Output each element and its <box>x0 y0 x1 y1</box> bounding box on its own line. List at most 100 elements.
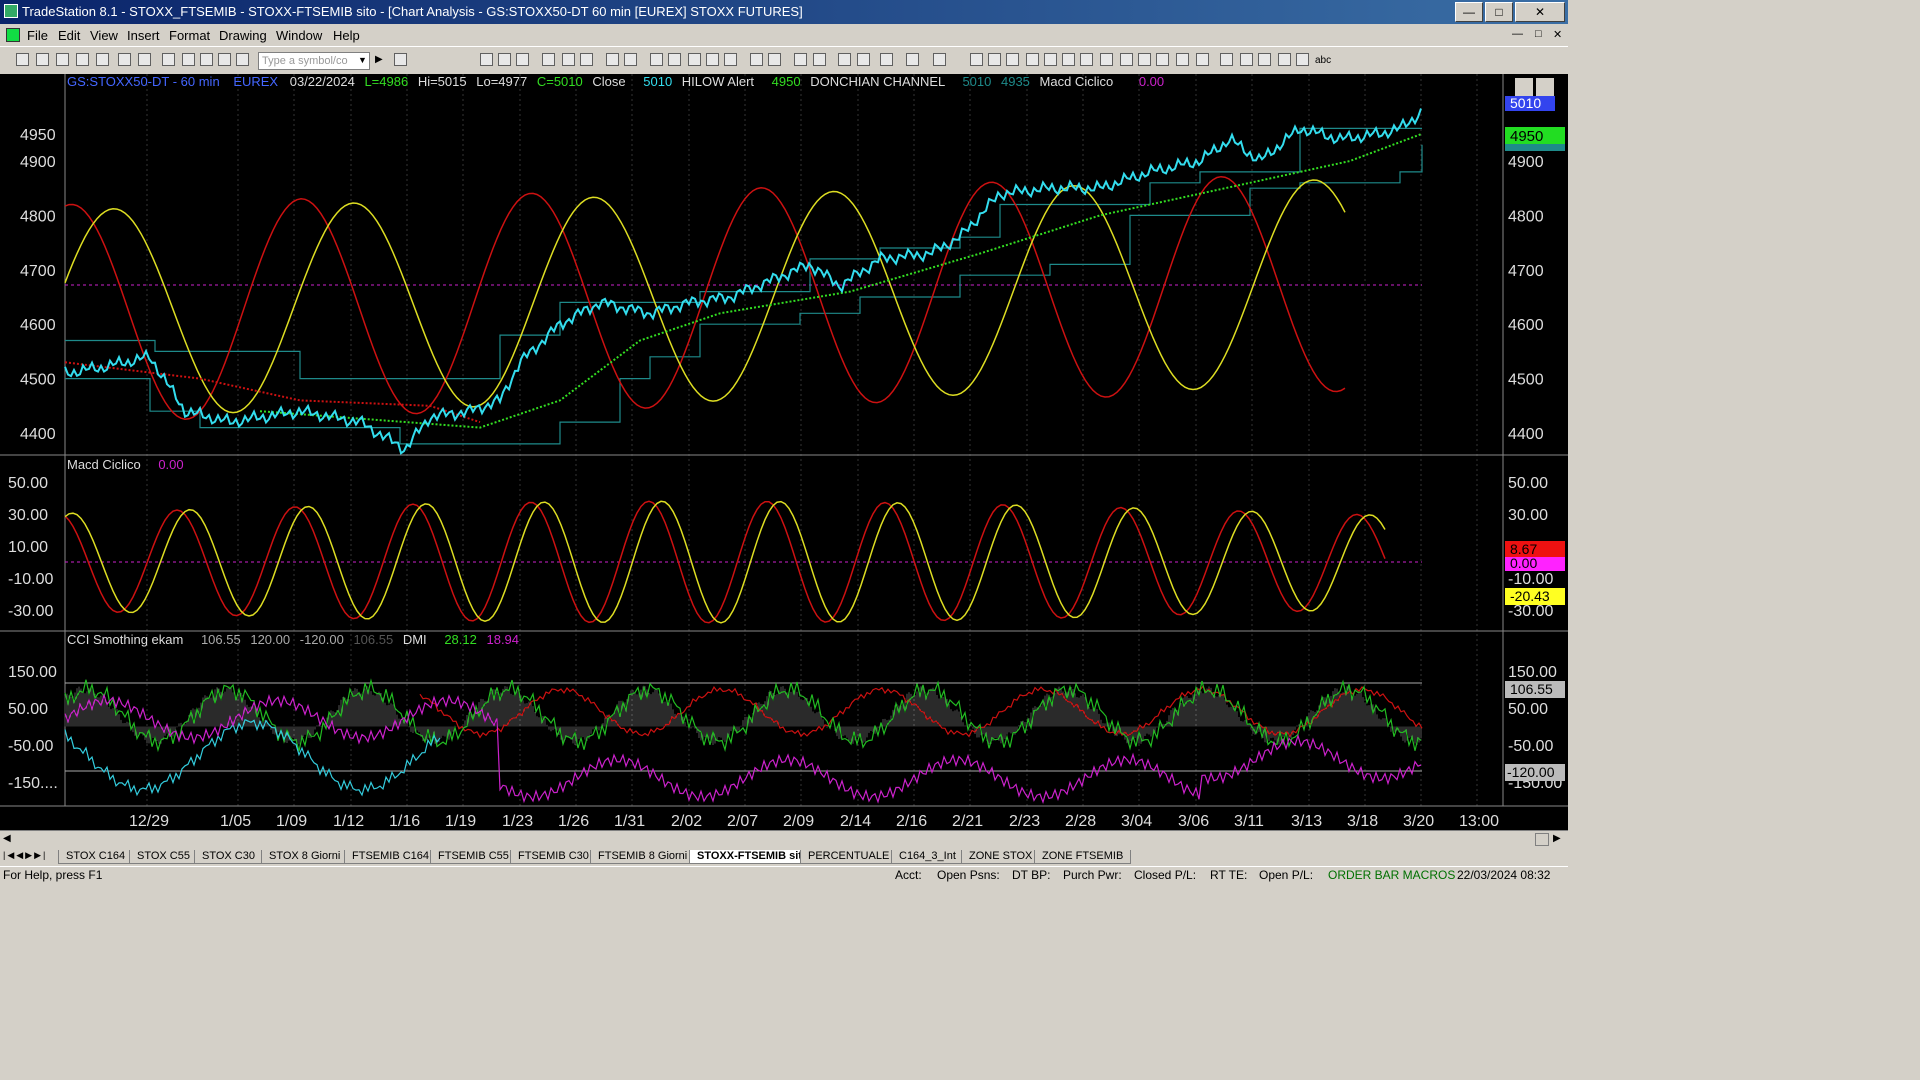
symbol-input[interactable]: Type a symbol/co <box>258 52 370 70</box>
strategy-icon[interactable] <box>516 53 529 66</box>
tab-ftsemib-c55[interactable]: FTSEMIB C55 <box>430 850 517 864</box>
child-close-button[interactable]: ✕ <box>1553 28 1562 41</box>
tab-zone-ftsemib[interactable]: ZONE FTSEMIB <box>1034 850 1132 864</box>
down-arrow-icon[interactable] <box>1240 53 1253 66</box>
matrix-icon[interactable] <box>624 53 637 66</box>
up-arrow-icon[interactable] <box>1258 53 1271 66</box>
chart-style-icon[interactable] <box>542 53 555 66</box>
chart-window-icon[interactable] <box>6 28 20 42</box>
subchart-restore-button[interactable] <box>1536 78 1554 96</box>
tab-ftsemib-c30[interactable]: FTSEMIB C30 <box>510 850 597 864</box>
cci-right-axis-label: 50.00 <box>1508 701 1548 718</box>
scanner-icon[interactable] <box>650 53 663 66</box>
subchart-minimize-button[interactable] <box>1515 78 1533 96</box>
horizontal-line-icon[interactable] <box>1006 53 1019 66</box>
menu-window[interactable]: Window <box>276 28 322 43</box>
radar-icon[interactable] <box>606 53 619 66</box>
child-minimize-button[interactable]: — <box>1512 28 1523 40</box>
status-macros[interactable]: ORDER BAR MACROS <box>1328 868 1455 882</box>
tab-stox-c30[interactable]: STOX C30 <box>194 850 263 864</box>
bar-spacing-icon[interactable] <box>750 53 763 66</box>
lock-icon[interactable] <box>200 53 213 66</box>
drawing-toolbar-icon[interactable] <box>933 53 946 66</box>
pencil-icon[interactable] <box>1196 53 1209 66</box>
new-workspace-icon[interactable] <box>56 53 69 66</box>
heatmap-icon[interactable] <box>688 53 701 66</box>
tab-stox-c164[interactable]: STOX C164 <box>58 850 134 864</box>
play-arrow-icon[interactable]: ▶ <box>375 54 383 65</box>
menu-view[interactable]: View <box>90 28 118 43</box>
tab-c164-3-int[interactable]: C164_3_Int <box>891 850 964 864</box>
fib-time-zones-icon[interactable] <box>1100 53 1113 66</box>
menu-edit[interactable]: Edit <box>58 28 80 43</box>
vertical-line-icon[interactable] <box>988 53 1001 66</box>
speed-line-icon[interactable] <box>1044 53 1057 66</box>
ellipse-icon[interactable] <box>1278 53 1291 66</box>
indicator-icon[interactable] <box>498 53 511 66</box>
print-preview-icon[interactable] <box>118 53 131 66</box>
cascade-icon[interactable] <box>162 53 175 66</box>
tab-stox-c55[interactable]: STOX C55 <box>129 850 198 864</box>
close-button[interactable]: ✕ <box>1515 2 1565 22</box>
curve-icon[interactable] <box>1220 53 1233 66</box>
tab-stox-8-giorni[interactable]: STOX 8 Giorni <box>261 850 349 864</box>
optionstation-icon[interactable] <box>668 53 681 66</box>
order-bar-icon[interactable] <box>906 53 919 66</box>
menu-format[interactable]: Format <box>169 28 210 43</box>
data-tip-icon[interactable] <box>857 53 870 66</box>
tools-icon[interactable] <box>880 53 893 66</box>
price-series-line[interactable] <box>64 108 1422 455</box>
globe-icon[interactable] <box>236 53 249 66</box>
regression-channel-icon[interactable] <box>1120 53 1133 66</box>
print-icon[interactable] <box>138 53 151 66</box>
menu-file[interactable]: File <box>27 28 48 43</box>
menu-drawing[interactable]: Drawing <box>219 28 267 43</box>
scroll-right-icon[interactable]: ▶ <box>1553 833 1561 844</box>
tile-icon[interactable] <box>182 53 195 66</box>
maximize-button[interactable]: □ <box>1485 2 1513 22</box>
tab-percentuale[interactable]: PERCENTUALE <box>800 850 898 864</box>
chart-canvas[interactable]: GS:STOXX50-DT - 60 min EUREX 03/22/2024 … <box>0 74 1568 830</box>
refresh-icon[interactable] <box>580 53 593 66</box>
scroll-thumb[interactable] <box>1535 833 1549 846</box>
andrews-pitchfork-icon[interactable] <box>1080 53 1093 66</box>
tab-zone-stox[interactable]: ZONE STOX <box>961 850 1041 864</box>
symbol-lookup-icon[interactable] <box>394 53 407 66</box>
chart-area[interactable]: GS:STOXX50-DT - 60 min EUREX 03/22/2024 … <box>0 74 1568 830</box>
tab-stoxx-ftsemib-sito[interactable]: STOXX-FTSEMIB sito <box>689 850 817 864</box>
save-icon[interactable] <box>96 53 109 66</box>
tab-ftsemib-c164[interactable]: FTSEMIB C164 <box>344 850 438 864</box>
tab-ftsemib-8-giorni[interactable]: FTSEMIB 8 Giorni <box>590 850 696 864</box>
market-depth-icon[interactable] <box>706 53 719 66</box>
horizontal-arrow-icon[interactable] <box>1138 53 1151 66</box>
chevron-down-icon[interactable]: ▼ <box>358 55 367 65</box>
open-icon[interactable] <box>36 53 49 66</box>
format-icon[interactable] <box>480 53 493 66</box>
price-axis-label: 4500 <box>20 372 56 389</box>
trendline-icon[interactable] <box>970 53 983 66</box>
close-workspace-icon[interactable] <box>76 53 89 66</box>
rectangle-icon[interactable] <box>1296 53 1309 66</box>
x-axis-label: 2/21 <box>952 813 983 830</box>
calendar-icon[interactable] <box>218 53 231 66</box>
tab-scroll-arrows[interactable]: |◀◀▶▶| <box>3 850 47 861</box>
text-tool-icon[interactable]: abc <box>1315 55 1331 66</box>
fibonacci-icon[interactable] <box>1026 53 1039 66</box>
menu-insert[interactable]: Insert <box>127 28 160 43</box>
zoom-out-icon[interactable] <box>813 53 826 66</box>
time-sales-icon[interactable] <box>724 53 737 66</box>
parallel-lines-icon[interactable] <box>1156 53 1169 66</box>
pointer-icon[interactable] <box>838 53 851 66</box>
gann-fan-icon[interactable] <box>1062 53 1075 66</box>
compress-icon[interactable] <box>768 53 781 66</box>
bar-chart-icon[interactable] <box>562 53 575 66</box>
scroll-left-icon[interactable]: ◀ <box>3 833 11 844</box>
zoom-in-icon[interactable] <box>794 53 807 66</box>
cci-axis-label: -50.00 <box>8 738 53 755</box>
minimize-button[interactable]: — <box>1455 2 1483 22</box>
menu-help[interactable]: Help <box>333 28 360 43</box>
child-restore-button[interactable]: □ <box>1535 28 1542 40</box>
new-icon[interactable] <box>16 53 29 66</box>
arc-icon[interactable] <box>1176 53 1189 66</box>
horizontal-scrollbar[interactable]: ◀ ▶ <box>0 830 1568 848</box>
